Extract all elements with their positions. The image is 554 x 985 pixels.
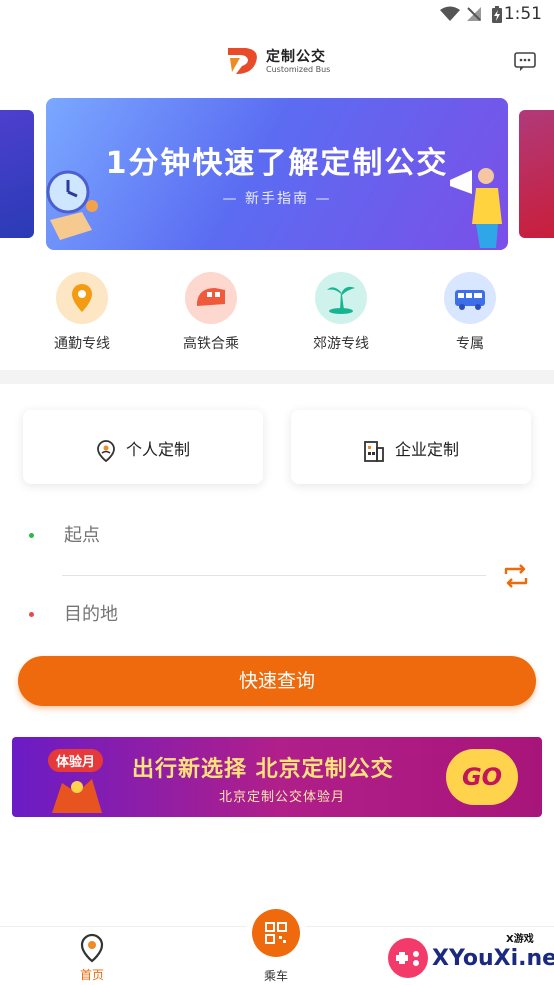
promo-title: 出行新选择 北京定制公交: [132, 757, 394, 782]
signal-icon: [467, 7, 481, 21]
category-label: 通勤专线: [54, 336, 110, 352]
fireworks-figure-icon: [52, 779, 102, 813]
promo-subtitle: 北京定制公交体验月: [218, 790, 345, 805]
logo-subtitle: Customized Bus: [266, 65, 331, 74]
destination-dot: [29, 612, 34, 617]
banner-slide[interactable]: 1分钟快速了解定制公交 — 新手指南 —: [46, 98, 508, 250]
app-logo: 定制公交 Customized Bus: [226, 44, 336, 78]
banner-title: 1分钟快速了解定制公交: [105, 146, 449, 181]
section-divider: [0, 370, 554, 384]
commute-pin-icon: [56, 272, 108, 324]
origin-input[interactable]: [62, 524, 466, 547]
tab-ride[interactable]: 乘车: [231, 967, 321, 984]
tab-home[interactable]: 首页: [47, 933, 137, 983]
origin-dot: [29, 533, 34, 538]
swap-icon[interactable]: [502, 562, 530, 590]
category-label: 高铁合乘: [183, 336, 239, 352]
category-label: 郊游专线: [313, 336, 369, 352]
enterprise-custom-card[interactable]: 企业定制: [291, 410, 531, 484]
category-grid: 通勤专线 高铁合乘 郊游专线 专属: [0, 270, 554, 360]
gamepad-logo-icon: [388, 938, 428, 978]
banner-subtitle: — 新手指南 —: [222, 191, 332, 207]
promo-banner[interactable]: 体验月 出行新选择 北京定制公交 北京定制公交体验月 GO: [12, 737, 542, 817]
building-icon: [364, 440, 384, 462]
destination-input[interactable]: [62, 603, 466, 626]
tab-ride-label: 乘车: [263, 969, 288, 983]
watermark-small: X游戏: [506, 934, 534, 945]
personal-custom-label: 个人定制: [125, 440, 190, 459]
category-high-speed-rail[interactable]: 高铁合乘: [156, 270, 266, 353]
home-pin-icon: [80, 933, 104, 963]
status-time: 1:51: [503, 4, 542, 24]
tab-home-label: 首页: [79, 968, 104, 982]
qr-code-icon: [265, 922, 287, 944]
promo-badge: 体验月: [48, 749, 104, 772]
header: 定制公交 Customized Bus: [0, 30, 554, 92]
palm-tree-icon: [315, 272, 367, 324]
carousel-dots: [256, 239, 298, 250]
category-label: 专属: [456, 336, 484, 352]
personal-custom-card[interactable]: 个人定制: [23, 410, 263, 484]
banner-carousel[interactable]: 1分钟快速了解定制公交 — 新手指南 —: [0, 98, 554, 252]
banner-next-slide[interactable]: [519, 110, 554, 238]
bus-icon: [444, 272, 496, 324]
wifi-icon: [440, 6, 460, 21]
person-pin-icon: [97, 439, 115, 462]
banner-prev-slide[interactable]: [0, 110, 34, 238]
quick-search-button[interactable]: 快速查询: [18, 656, 536, 706]
route-form: [0, 510, 554, 640]
message-icon[interactable]: [514, 52, 536, 72]
megaphone-person-icon: [450, 168, 502, 248]
category-excursion[interactable]: 郊游专线: [286, 270, 396, 353]
battery-icon: [492, 6, 502, 23]
logo-title: 定制公交: [266, 49, 326, 65]
watermark: X游戏 XYouXi.net: [386, 930, 554, 982]
train-icon: [185, 272, 237, 324]
category-commute[interactable]: 通勤专线: [27, 270, 137, 353]
enterprise-custom-label: 企业定制: [394, 440, 459, 459]
logo-icon: [228, 48, 257, 74]
ride-qr-button[interactable]: [252, 909, 300, 957]
watermark-text: XYouXi.net: [432, 946, 554, 971]
status-bar: 1:51: [0, 0, 554, 30]
route-divider: [62, 575, 486, 576]
promo-go-button[interactable]: GO: [446, 749, 518, 805]
category-exclusive[interactable]: 专属: [415, 270, 525, 353]
